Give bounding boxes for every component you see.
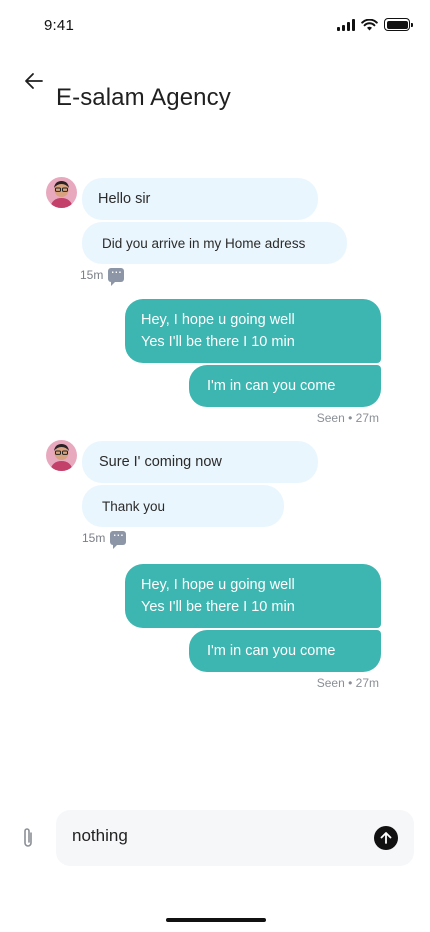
chat-dots-icon xyxy=(108,263,125,286)
back-button[interactable] xyxy=(22,70,48,92)
message-text: I'm in can you come xyxy=(207,643,336,659)
message-text: Thank you xyxy=(102,498,166,514)
message-text: Sure I' coming now xyxy=(99,454,222,470)
message-bubble-outgoing[interactable]: I'm in can you come xyxy=(189,630,381,672)
battery-icon xyxy=(384,18,413,31)
message-input[interactable] xyxy=(72,826,362,846)
status-bar: 9:41 xyxy=(0,0,430,50)
page-title: E-salam Agency xyxy=(56,84,231,111)
message-bubble-incoming[interactable]: Did you arrive in my Home adress xyxy=(82,222,347,264)
send-button[interactable] xyxy=(374,826,398,850)
status-icons xyxy=(337,18,413,31)
arrow-up-icon xyxy=(380,832,392,844)
message-line: Hey, I hope u going well xyxy=(141,312,295,328)
message-bubble-outgoing[interactable]: I'm in can you come xyxy=(189,365,381,407)
message-text: Hey, I hope u going well Yes I'll be the… xyxy=(141,574,295,618)
message-line: Yes I'll be there I 10 min xyxy=(141,334,295,350)
message-bubble-incoming[interactable]: Thank you xyxy=(82,485,284,527)
avatar[interactable] xyxy=(46,177,77,208)
message-text: I'm in can you come xyxy=(207,378,336,394)
message-meta: 15m xyxy=(82,526,127,549)
message-text: Hey, I hope u going well Yes I'll be the… xyxy=(141,309,295,353)
message-text: Hello sir xyxy=(98,191,151,207)
message-meta: 15m xyxy=(80,263,125,286)
signal-icon xyxy=(337,18,355,31)
avatar[interactable] xyxy=(46,440,77,471)
message-line: Yes I'll be there I 10 min xyxy=(141,599,295,615)
message-bubble-incoming[interactable]: Hello sir xyxy=(82,178,318,220)
wifi-icon xyxy=(361,18,378,30)
message-text: Did you arrive in my Home adress xyxy=(102,235,306,251)
message-time: 15m xyxy=(80,268,104,282)
attach-button[interactable] xyxy=(20,826,36,850)
chat-dots-icon xyxy=(110,526,127,549)
home-indicator xyxy=(166,918,266,922)
message-bubble-outgoing[interactable]: Hey, I hope u going well Yes I'll be the… xyxy=(125,299,381,363)
paperclip-icon xyxy=(24,828,32,847)
arrow-left-icon xyxy=(25,73,43,89)
seen-status: Seen • 27m xyxy=(316,676,379,690)
message-time: 15m xyxy=(82,531,106,545)
message-bubble-outgoing[interactable]: Hey, I hope u going well Yes I'll be the… xyxy=(125,564,381,628)
seen-status: Seen • 27m xyxy=(316,411,379,425)
message-line: Hey, I hope u going well xyxy=(141,577,295,593)
message-composer xyxy=(56,810,414,866)
status-time: 9:41 xyxy=(44,17,74,34)
message-bubble-incoming[interactable]: Sure I' coming now xyxy=(82,441,318,483)
